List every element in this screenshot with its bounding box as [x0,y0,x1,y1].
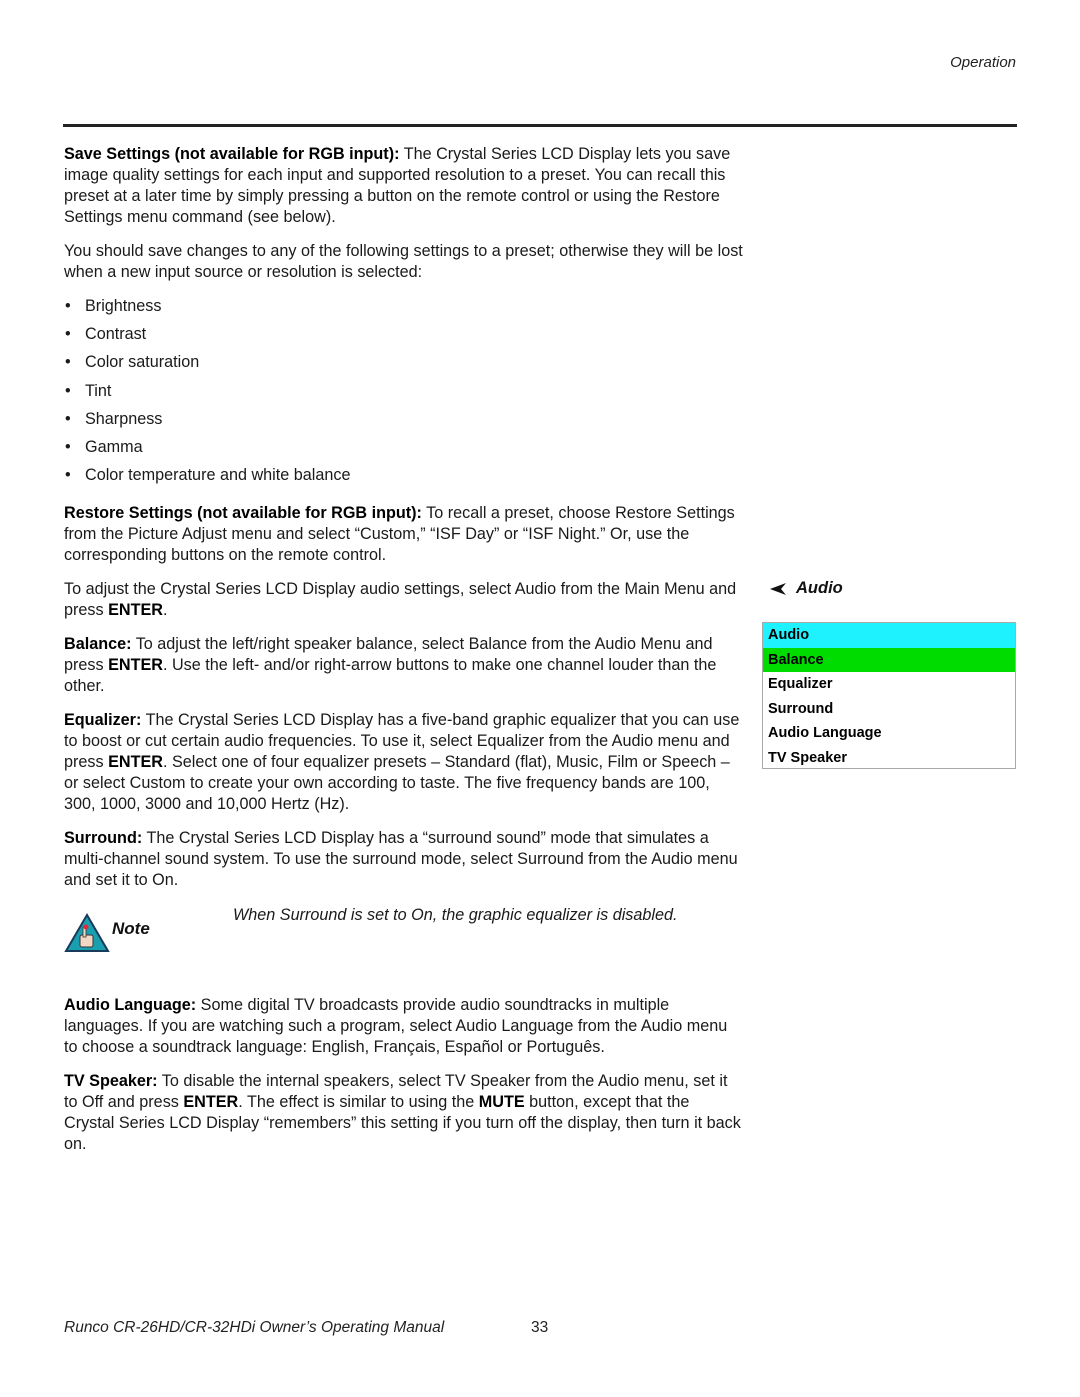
audio-intro-paragraph: To adjust the Crystal Series LCD Display… [64,580,737,620]
equalizer-paragraph: Equalizer: The Crystal Series LCD Displa… [64,711,740,814]
surround-term: Surround: [64,829,143,848]
balance-term: Balance: [64,635,132,654]
page-number: 33 [531,1319,549,1336]
list-item: • Tint [65,381,112,400]
surround-paragraph: Surround: The Crystal Series LCD Display… [64,829,738,890]
menu-item-balance: Balance [763,647,1015,673]
footer-manual-title: Runco CR-26HD/CR-32HDi Owner’s Operating… [64,1319,445,1336]
menu-item-audio-language: Audio Language [768,725,882,742]
bullet-icon: • [65,353,71,372]
list-item: • Color temperature and white balance [65,466,351,485]
bullet-icon: • [65,437,71,456]
restore-settings-paragraph: Restore Settings (not available for RGB … [64,503,744,566]
menu-item-surround: Surround [768,700,834,717]
audio-language-paragraph: Audio Language: Some digital TV broadcas… [64,996,728,1057]
running-header-section: Operation [950,54,1016,71]
note-label: Note [112,919,150,939]
header-rule [63,124,1017,127]
menu-item-equalizer: Equalizer [768,676,833,693]
arrow-left-icon [770,582,786,595]
list-item: • Gamma [65,437,143,456]
bullet-icon: • [65,325,71,344]
menu-item-tv-speaker: TV Speaker [768,749,847,766]
audio-side-heading: Audio [770,579,843,598]
restore-settings-term: Restore Settings (not available for RGB … [64,504,422,523]
bullet-icon: • [65,409,71,428]
audio-menu-illustration: Audio Balance Equalizer Surround Audio L… [762,622,1016,769]
save-settings-term: Save Settings (not available for RGB inp… [64,145,400,163]
bullet-icon: • [65,297,71,315]
save-settings-paragraph: Save Settings (not available for RGB inp… [64,144,744,228]
bullet-icon: • [65,381,71,400]
main-column: Save Settings (not available for RGB inp… [64,144,744,1168]
list-item: • Brightness [65,297,162,315]
list-item: • Sharpness [65,409,163,428]
note-hand-icon [64,913,110,953]
tv-speaker-term: TV Speaker: [64,1072,158,1091]
balance-paragraph: Balance: To adjust the left/right speake… [64,635,717,696]
list-item: • Color saturation [65,353,200,372]
note-callout: Note When Surround is set to On, the gra… [64,905,744,985]
list-item: • Contrast [65,325,147,344]
bullet-icon: • [65,466,71,485]
menu-title: Audio [763,623,1015,648]
settings-list: • Brightness • Contrast • Color saturation … [64,296,744,493]
tv-speaker-paragraph: TV Speaker: To disable the internal spea… [64,1072,741,1154]
equalizer-term: Equalizer: [64,711,142,730]
note-text: When Surround is set to On, the graphic … [233,906,678,925]
save-intro-paragraph: You should save changes to any of the fo… [64,242,743,281]
audio-language-term: Audio Language: [64,996,197,1015]
